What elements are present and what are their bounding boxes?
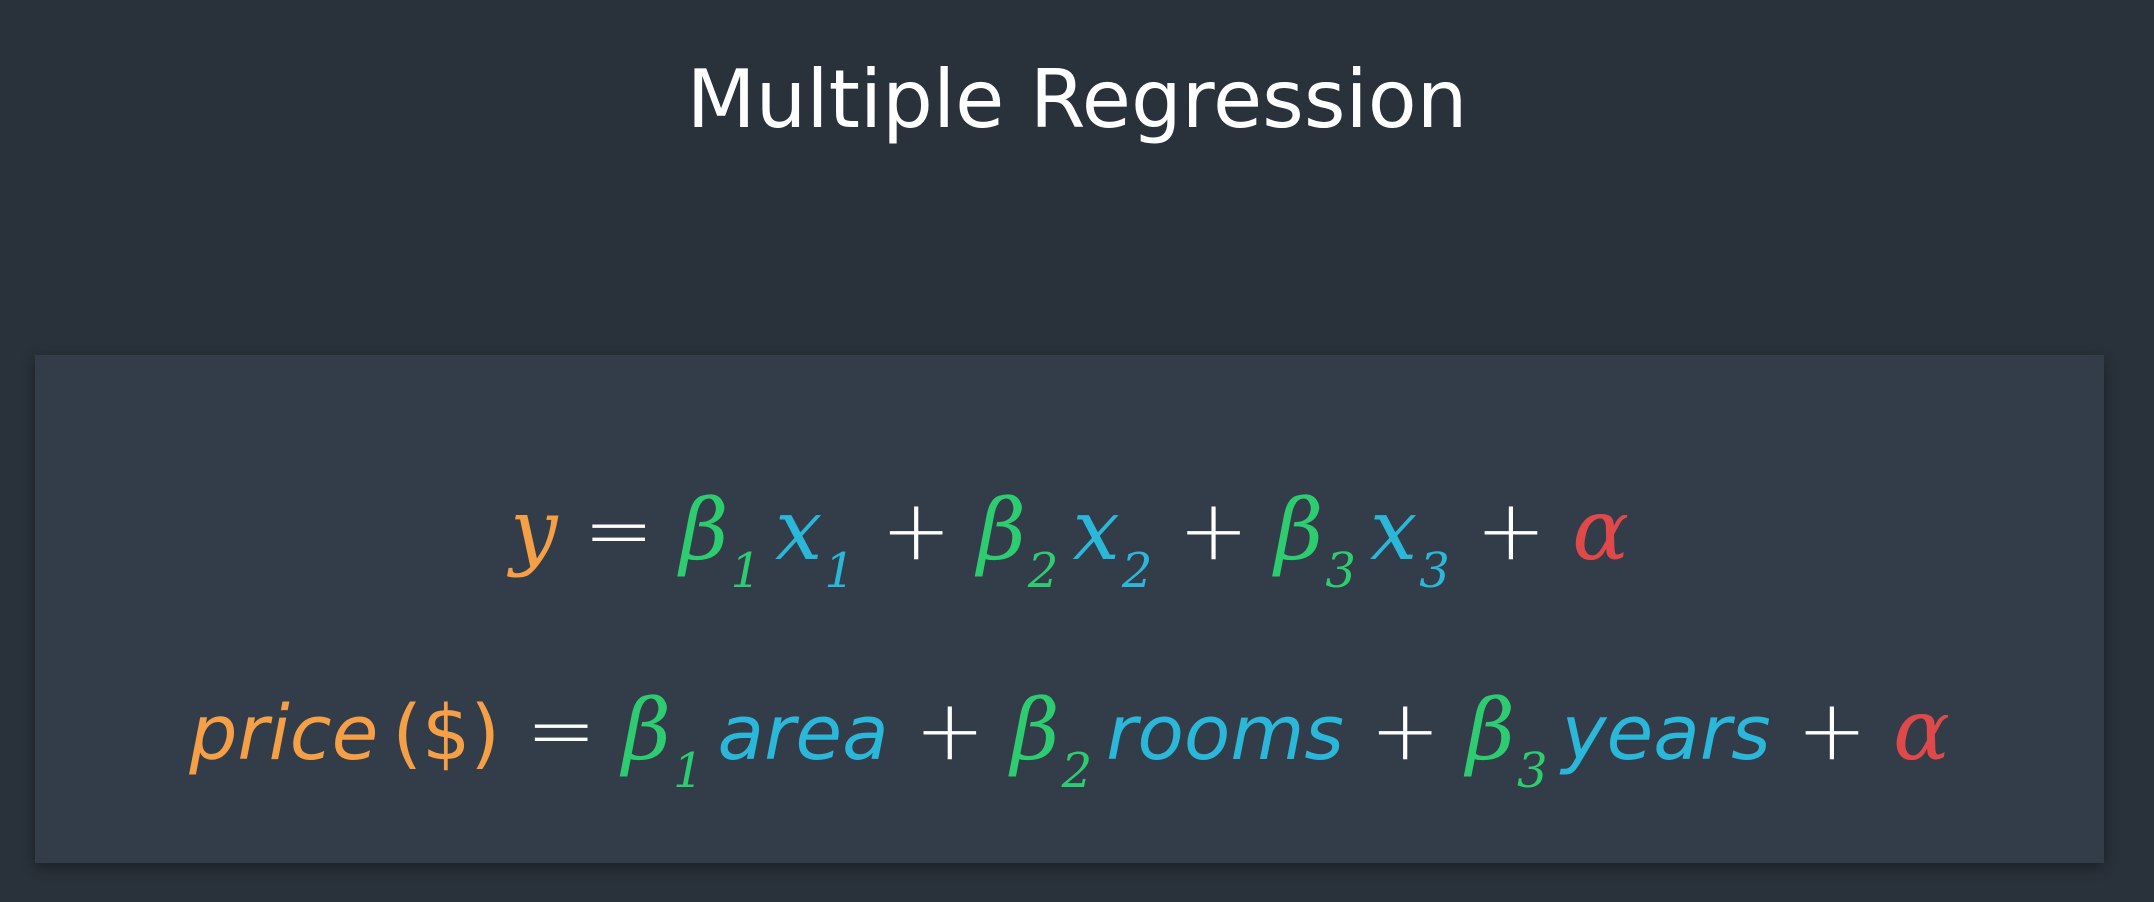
price-unit: ($)	[392, 688, 500, 777]
plus-sign: +	[1178, 481, 1249, 579]
equation-panel: y = β1 x1 + β2 x2 + β3 x3 + α price ($) = β1 area + β2 roo…	[35, 355, 2104, 863]
beta-3: β3	[1466, 681, 1548, 799]
x-3-subscript: 3	[1419, 543, 1450, 599]
beta-3-subscript: 3	[1516, 743, 1548, 799]
equation-general: y = β1 x1 + β2 x2 + β3 x3 + α	[35, 465, 2104, 605]
x-2: x2	[1072, 481, 1153, 599]
variable-area: area	[717, 688, 889, 777]
intercept-alpha: α	[1893, 681, 1950, 779]
beta-2: β2	[977, 481, 1059, 599]
plus-sign: +	[914, 681, 986, 779]
equation-price: price ($) = β1 area + β2 rooms + β3 years + α	[35, 665, 2104, 805]
response-variable-y: y	[510, 481, 558, 579]
beta-1: β1	[622, 681, 704, 799]
x-1: x1	[775, 481, 855, 599]
variable-years: years	[1561, 688, 1771, 777]
page-title: Multiple Regression	[686, 53, 1468, 146]
variable-rooms: rooms	[1106, 688, 1345, 777]
price-label: price	[189, 688, 379, 777]
plus-sign: +	[1370, 681, 1441, 779]
plus-sign: +	[1475, 481, 1547, 579]
x-2-subscript: 2	[1121, 543, 1153, 599]
plus-sign: +	[1796, 681, 1868, 779]
beta-1-subscript: 1	[672, 743, 704, 799]
beta-2-subscript: 2	[1061, 743, 1093, 799]
plus-sign: +	[880, 481, 952, 579]
x-1-subscript: 1	[824, 543, 855, 599]
beta-1-subscript: 1	[730, 543, 762, 599]
beta-2: β2	[1011, 681, 1093, 799]
beta-2-subscript: 2	[1027, 543, 1059, 599]
intercept-alpha: α	[1572, 481, 1629, 579]
beta-3-subscript: 3	[1325, 543, 1356, 599]
beta-1: β1	[679, 481, 762, 599]
beta-3: β3	[1274, 481, 1356, 599]
equals-sign: =	[583, 481, 654, 579]
x-3: x3	[1369, 481, 1450, 599]
equals-sign: =	[526, 681, 597, 779]
